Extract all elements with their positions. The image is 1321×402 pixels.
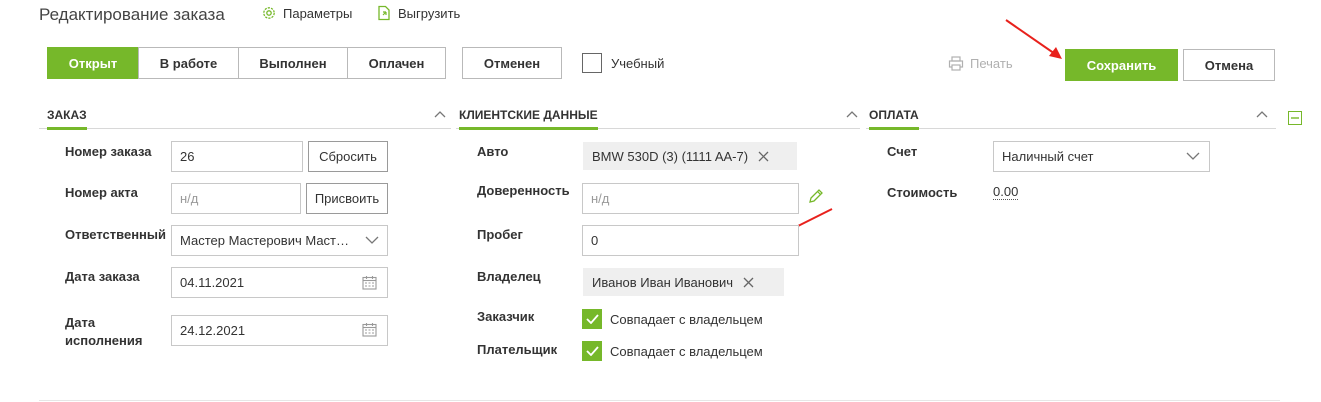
client-collapse-chevron-up-icon[interactable] — [846, 108, 858, 120]
status-done-button[interactable]: Выполнен — [238, 47, 348, 79]
owner-label: Владелец — [477, 269, 541, 284]
order-section-title: ЗАКАЗ — [47, 108, 87, 130]
payer-value: Совпадает с владельцем — [610, 343, 763, 359]
order-date-label: Дата заказа — [65, 269, 140, 284]
completion-date-input[interactable]: 24.12.2021 — [171, 315, 388, 346]
act-number-input[interactable]: н/д — [171, 183, 301, 214]
close-icon[interactable] — [743, 277, 754, 288]
close-icon[interactable] — [758, 151, 769, 162]
calendar-icon[interactable] — [362, 275, 377, 290]
proxy-input[interactable]: н/д — [582, 183, 799, 214]
page-title: Редактирование заказа — [39, 5, 225, 24]
training-checkbox-row[interactable]: Учебный — [582, 53, 664, 73]
reset-button[interactable]: Сбросить — [308, 141, 388, 172]
edit-pencil-icon[interactable] — [808, 188, 824, 204]
responsible-label: Ответственный — [65, 227, 166, 242]
customer-checkbox-row[interactable]: Совпадает с владельцем — [582, 309, 763, 329]
training-label: Учебный — [611, 55, 665, 71]
responsible-select[interactable]: Мастер Мастерович Маст… — [171, 225, 388, 256]
completion-date-label-line-2: исполнения — [65, 333, 143, 348]
parameters-label: Параметры — [283, 5, 353, 21]
status-button-group: Открыт В работе Выполнен Оплачен — [47, 47, 446, 79]
proxy-label: Доверенность — [477, 183, 570, 198]
completion-date-label-line-1: Дата — [65, 315, 96, 330]
completion-date-label: Дата исполнения — [65, 314, 142, 350]
export-icon — [378, 5, 390, 21]
account-value: Наличный счет — [1002, 149, 1094, 164]
customer-value: Совпадает с владельцем — [610, 311, 763, 327]
checkmark-icon — [585, 346, 599, 356]
cost-value[interactable]: 0.00 — [993, 185, 1019, 200]
payer-checkbox[interactable] — [582, 341, 602, 361]
order-number-label: Номер заказа — [65, 144, 152, 159]
training-checkbox[interactable] — [582, 53, 602, 73]
export-link[interactable]: Выгрузить — [376, 4, 460, 22]
chevron-down-icon — [1186, 152, 1200, 160]
client-section-title: КЛИЕНТСКИЕ ДАННЫЕ — [459, 108, 598, 130]
chevron-down-icon — [365, 236, 379, 244]
payer-checkbox-row[interactable]: Совпадает с владельцем — [582, 341, 763, 361]
cost-label: Стоимость — [887, 185, 958, 200]
parameters-link[interactable]: Параметры — [261, 4, 352, 22]
account-label: Счет — [887, 144, 918, 159]
responsible-value: Мастер Мастерович Маст… — [180, 233, 349, 248]
status-in-progress-button[interactable]: В работе — [138, 47, 239, 79]
order-number-input[interactable]: 26 — [171, 141, 303, 172]
status-cancelled-button[interactable]: Отменен — [462, 47, 562, 79]
bottom-divider — [39, 400, 1280, 401]
payment-collapse-chevron-up-icon[interactable] — [1256, 108, 1268, 120]
order-collapse-chevron-up-icon[interactable] — [434, 108, 446, 120]
annotation-arrow-save — [1005, 19, 1062, 59]
checkmark-icon — [585, 314, 599, 324]
status-paid-button[interactable]: Оплачен — [347, 47, 446, 79]
customer-label: Заказчик — [477, 309, 535, 324]
calendar-icon[interactable] — [362, 322, 377, 337]
act-number-label: Номер акта — [65, 185, 138, 200]
collapse-all-minus-icon[interactable] — [1288, 111, 1302, 125]
customer-checkbox[interactable] — [582, 309, 602, 329]
order-section-divider — [39, 128, 451, 129]
order-date-input[interactable]: 04.11.2021 — [171, 267, 388, 298]
save-button[interactable]: Сохранить — [1065, 49, 1178, 81]
account-select[interactable]: Наличный счет — [993, 141, 1210, 172]
gear-icon — [263, 7, 275, 19]
payment-section-title: ОПЛАТА — [869, 108, 919, 130]
printer-icon — [948, 56, 964, 71]
export-label: Выгрузить — [398, 5, 461, 21]
cancel-button[interactable]: Отмена — [1183, 49, 1275, 81]
owner-value: Иванов Иван Иванович — [592, 274, 734, 290]
owner-tag[interactable]: Иванов Иван Иванович — [583, 268, 784, 296]
auto-value: BMW 530D (3) (1111 AA-7) — [592, 148, 749, 164]
auto-tag[interactable]: BMW 530D (3) (1111 AA-7) — [583, 142, 797, 170]
mileage-label: Пробег — [477, 227, 523, 242]
status-open-button[interactable]: Открыт — [47, 47, 139, 79]
payer-label: Плательщик — [477, 342, 558, 357]
payment-section-divider — [866, 128, 1276, 129]
mileage-input[interactable]: 0 — [582, 225, 799, 256]
assign-button[interactable]: Присвоить — [306, 183, 388, 214]
auto-label: Авто — [477, 144, 509, 159]
